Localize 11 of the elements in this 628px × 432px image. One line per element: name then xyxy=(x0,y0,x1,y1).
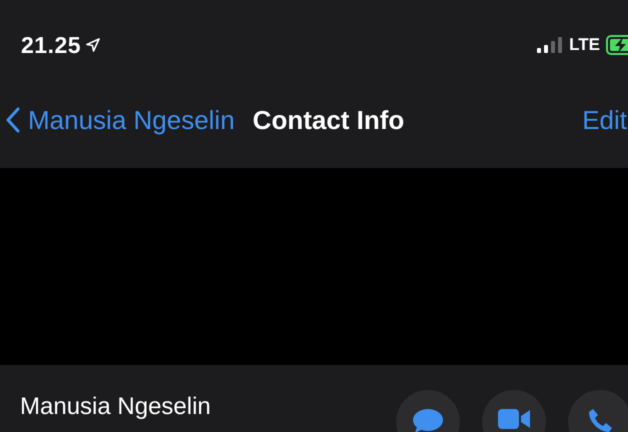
network-type: LTE xyxy=(569,35,600,55)
status-time: 21.25 xyxy=(21,32,82,58)
contact-name: Manusia Ngeselin xyxy=(20,393,211,421)
nav-title: Contact Info xyxy=(252,104,404,136)
signal-icon xyxy=(537,37,564,53)
location-arrow-icon xyxy=(86,38,100,52)
phone-icon xyxy=(587,408,613,432)
message-bubble-icon xyxy=(412,408,444,432)
video-camera-icon xyxy=(498,408,530,430)
edit-button[interactable]: Edit xyxy=(582,104,627,136)
chevron-left-icon xyxy=(6,107,20,133)
